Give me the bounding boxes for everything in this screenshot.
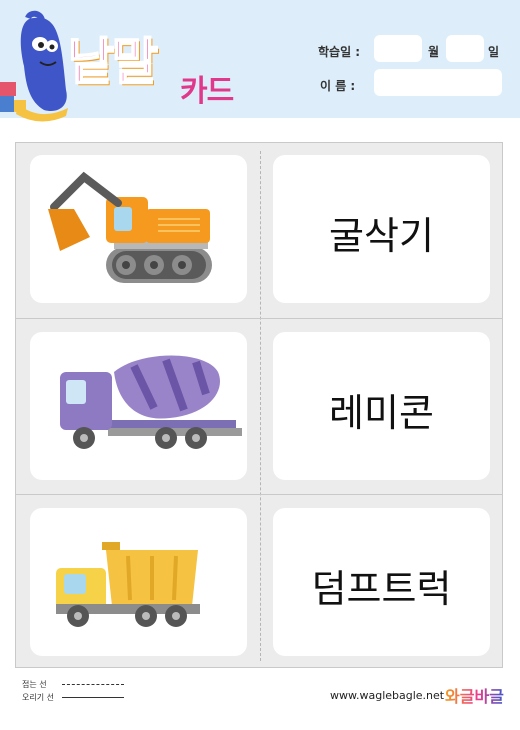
name-input-box[interactable] (374, 69, 502, 96)
logo-sub-text: 카드 (180, 74, 234, 109)
excavator-illustration (48, 171, 212, 283)
word-card-1: 굴삭기 (273, 155, 490, 303)
month-input-box[interactable] (374, 35, 422, 62)
picture-card-dump-truck (30, 508, 247, 656)
fold-line-vertical (260, 151, 261, 661)
picture-card-excavator (30, 155, 247, 303)
dump-truck-illustration (56, 542, 200, 627)
cut-line-1 (16, 318, 502, 319)
card-grid: 굴삭기 레미콘 덤프트럭 (15, 142, 503, 668)
logo: 낱말 카드 (66, 22, 266, 112)
word-card-2: 레미콘 (273, 332, 490, 480)
word-card-3: 덤프트럭 (273, 508, 490, 656)
logo-main-text: 낱말 (67, 32, 159, 92)
cut-line-sample (62, 697, 124, 698)
cut-line-label: 오리기 선 (22, 693, 54, 702)
header-banner: 낱말 카드 학습일 : 월 일 이 름 : (0, 0, 520, 122)
day-label: 일 (488, 45, 500, 59)
concrete-mixer-illustration (60, 355, 242, 449)
word-excavator: 굴삭기 (329, 214, 434, 258)
date-label: 학습일 : (318, 45, 361, 59)
brand-logo: 와글바글 (445, 683, 504, 707)
website-url: www.waglebagle.net (330, 689, 445, 702)
day-input-box[interactable] (446, 35, 484, 62)
picture-card-concrete-mixer (30, 332, 247, 480)
name-label: 이 름 : (320, 79, 356, 93)
fold-line-label: 접는 선 (22, 680, 47, 689)
fold-line-sample (62, 684, 124, 685)
word-dump-truck: 덤프트럭 (311, 567, 452, 611)
month-label: 월 (428, 45, 440, 59)
brand-name: 와글바글 (445, 687, 504, 706)
word-concrete-mixer: 레미콘 (329, 391, 434, 435)
cut-line-2 (16, 494, 502, 495)
